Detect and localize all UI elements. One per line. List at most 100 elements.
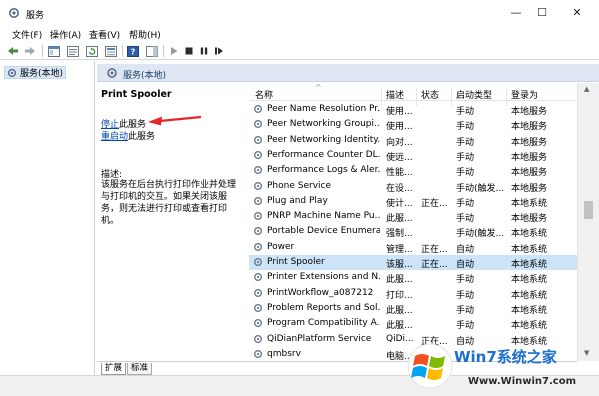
service-gear-icon <box>254 181 262 190</box>
cell-name: Portable Device Enumera... <box>267 226 380 237</box>
restart-service-icon[interactable] <box>212 44 226 58</box>
cell-desc: 使远... <box>386 152 413 163</box>
close-button[interactable]: ✕ <box>562 0 592 26</box>
cell-name: Program Compatibility A... <box>267 318 380 329</box>
start-service-icon[interactable] <box>167 44 181 58</box>
cell-logon: 本地服务 <box>511 152 548 163</box>
toolbar: ? <box>0 42 599 60</box>
table-row[interactable]: Performance Counter DL... 使远... 手动 本地服务 <box>249 148 577 163</box>
cell-desc: 该服... <box>386 260 413 270</box>
cell-desc: 此服... <box>386 214 413 225</box>
table-row[interactable]: Problem Reports and Sol... 此服... 手动 本地系统 <box>249 301 577 316</box>
cell-startup: 自动 <box>456 244 475 255</box>
service-gear-icon <box>254 349 262 358</box>
column-header-status[interactable]: 状态 <box>421 88 439 101</box>
cell-logon: 本地服务 <box>511 168 548 179</box>
table-row[interactable]: Printer Extensions and N... 此服... 手动 本地系统 <box>249 270 577 285</box>
cell-name: PrintWorkflow_a087212 <box>267 287 374 298</box>
cell-desc: 向对... <box>386 137 413 148</box>
table-row[interactable]: Peer Networking Identity... 向对... 手动 本地服务 <box>249 133 577 148</box>
forward-icon[interactable] <box>23 44 37 58</box>
table-row[interactable]: Phone Service 在设... 手动(触发... 本地服务 <box>249 179 577 194</box>
watermark-url: Www.Winwin7.com <box>468 376 577 387</box>
cell-startup: 手动 <box>456 198 475 209</box>
cell-logon: 本地服务 <box>511 214 548 225</box>
help-icon[interactable]: ? <box>126 44 140 58</box>
tree-node-services-local[interactable]: 服务(本地) <box>4 66 67 79</box>
table-row[interactable]: PrintWorkflow_a087212 打印... 手动 本地系统 <box>249 286 577 301</box>
service-gear-icon <box>254 242 262 251</box>
cell-logon: 本地系统 <box>511 290 548 301</box>
column-header-startup-type[interactable]: 启动类型 <box>456 88 492 101</box>
service-gear-icon <box>254 120 262 129</box>
toolbar-separator <box>163 45 164 57</box>
console-tree-icon[interactable] <box>47 44 61 58</box>
table-row[interactable]: Peer Networking Groupi... 使用... 手动 本地服务 <box>249 117 577 132</box>
cell-desc: 使用... <box>386 107 413 117</box>
cell-logon: 本地系统 <box>511 198 548 209</box>
table-row[interactable]: PNRP Machine Name Pu... 此服... 手动 本地服务 <box>249 209 577 224</box>
cell-desc: 此服... <box>386 305 413 316</box>
restart-service-action: 重启动此服务 <box>101 129 155 142</box>
menu-file[interactable]: 文件(F) <box>12 28 42 41</box>
service-gear-icon <box>254 273 262 282</box>
cell-desc: 强制... <box>386 229 413 240</box>
cell-startup: 手动 <box>456 152 475 163</box>
cell-startup: 手动 <box>456 321 475 332</box>
export-list-icon[interactable] <box>104 44 118 58</box>
service-gear-icon <box>254 135 262 144</box>
column-header-description[interactable]: 描述 <box>386 88 404 101</box>
column-header-name[interactable]: 名称 <box>255 88 273 101</box>
cell-startup: 手动 <box>456 107 475 117</box>
cell-logon: 本地系统 <box>511 244 548 255</box>
restart-service-link[interactable]: 重启动 <box>101 132 128 142</box>
service-gear-icon <box>254 303 262 312</box>
cell-name: Power <box>267 241 295 252</box>
stop-service-icon[interactable] <box>182 44 196 58</box>
scrollbar-thumb[interactable] <box>584 201 593 219</box>
cell-logon: 本地系统 <box>511 321 548 332</box>
tab-standard[interactable]: 标准 <box>127 363 153 375</box>
cell-logon: 本地服务 <box>511 107 548 117</box>
table-row[interactable]: Power 管理... 正在... 自动 本地系统 <box>249 240 577 255</box>
table-row[interactable]: Print Spooler 该服... 正在... 自动 本地系统 <box>249 255 577 271</box>
cell-logon: 本地系统 <box>511 229 548 240</box>
scroll-up-arrow-icon[interactable]: ▲ <box>584 85 589 93</box>
table-row[interactable]: Performance Logs & Aler... 性能... 手动 本地服务 <box>249 163 577 178</box>
show-hide-icon[interactable] <box>145 44 159 58</box>
tab-extended[interactable]: 扩展 <box>101 363 127 375</box>
cell-name: QiDianPlatform Service <box>267 333 372 344</box>
vertical-scrollbar[interactable]: ▲ ▼ <box>577 83 599 361</box>
maximize-button[interactable]: ☐ <box>527 0 557 26</box>
table-row[interactable]: Portable Device Enumera... 强制... 手动(触发... 本… <box>249 224 577 239</box>
cell-desc: 性能... <box>386 168 413 179</box>
menu-bar: 文件(F) 操作(A) 查看(V) 帮助(H) <box>0 26 599 42</box>
cell-startup: 手动 <box>456 214 475 225</box>
table-row[interactable]: Peer Name Resolution Pr... 使用... 手动 本地服务 <box>249 102 577 117</box>
back-icon[interactable] <box>6 44 20 58</box>
pause-service-icon[interactable] <box>197 44 211 58</box>
services-table: 名称 ^ 描述 状态 启动类型 登录为 Peer Name Resolution… <box>249 83 577 361</box>
cell-name: Peer Name Resolution Pr... <box>267 104 380 114</box>
menu-help[interactable]: 帮助(H) <box>129 28 161 41</box>
table-row[interactable]: Plug and Play 使计... 正在... 手动 本地系统 <box>249 194 577 209</box>
cell-desc: 管理... <box>386 244 413 255</box>
table-header: 名称 ^ 描述 状态 启动类型 登录为 <box>249 83 577 106</box>
cell-status: 正在... <box>421 260 448 270</box>
cell-startup: 手动 <box>456 137 475 148</box>
service-gear-icon <box>254 288 262 297</box>
cell-startup: 手动 <box>456 305 475 316</box>
refresh-icon[interactable] <box>85 44 99 58</box>
cell-desc: 此服... <box>386 275 413 286</box>
restart-service-suffix: 此服务 <box>128 132 156 142</box>
cell-logon: 本地系统 <box>511 260 548 270</box>
column-header-logon-as[interactable]: 登录为 <box>511 88 538 101</box>
cell-startup: 自动 <box>456 260 475 270</box>
cell-name: Peer Networking Identity... <box>267 134 380 145</box>
cell-name: PNRP Machine Name Pu... <box>267 211 380 222</box>
menu-view[interactable]: 查看(V) <box>89 28 120 41</box>
menu-action[interactable]: 操作(A) <box>50 28 81 41</box>
table-row[interactable]: Program Compatibility A... 此服... 手动 本地系统 <box>249 316 577 331</box>
cell-desc: 此服... <box>386 321 413 332</box>
properties-icon[interactable] <box>66 44 80 58</box>
